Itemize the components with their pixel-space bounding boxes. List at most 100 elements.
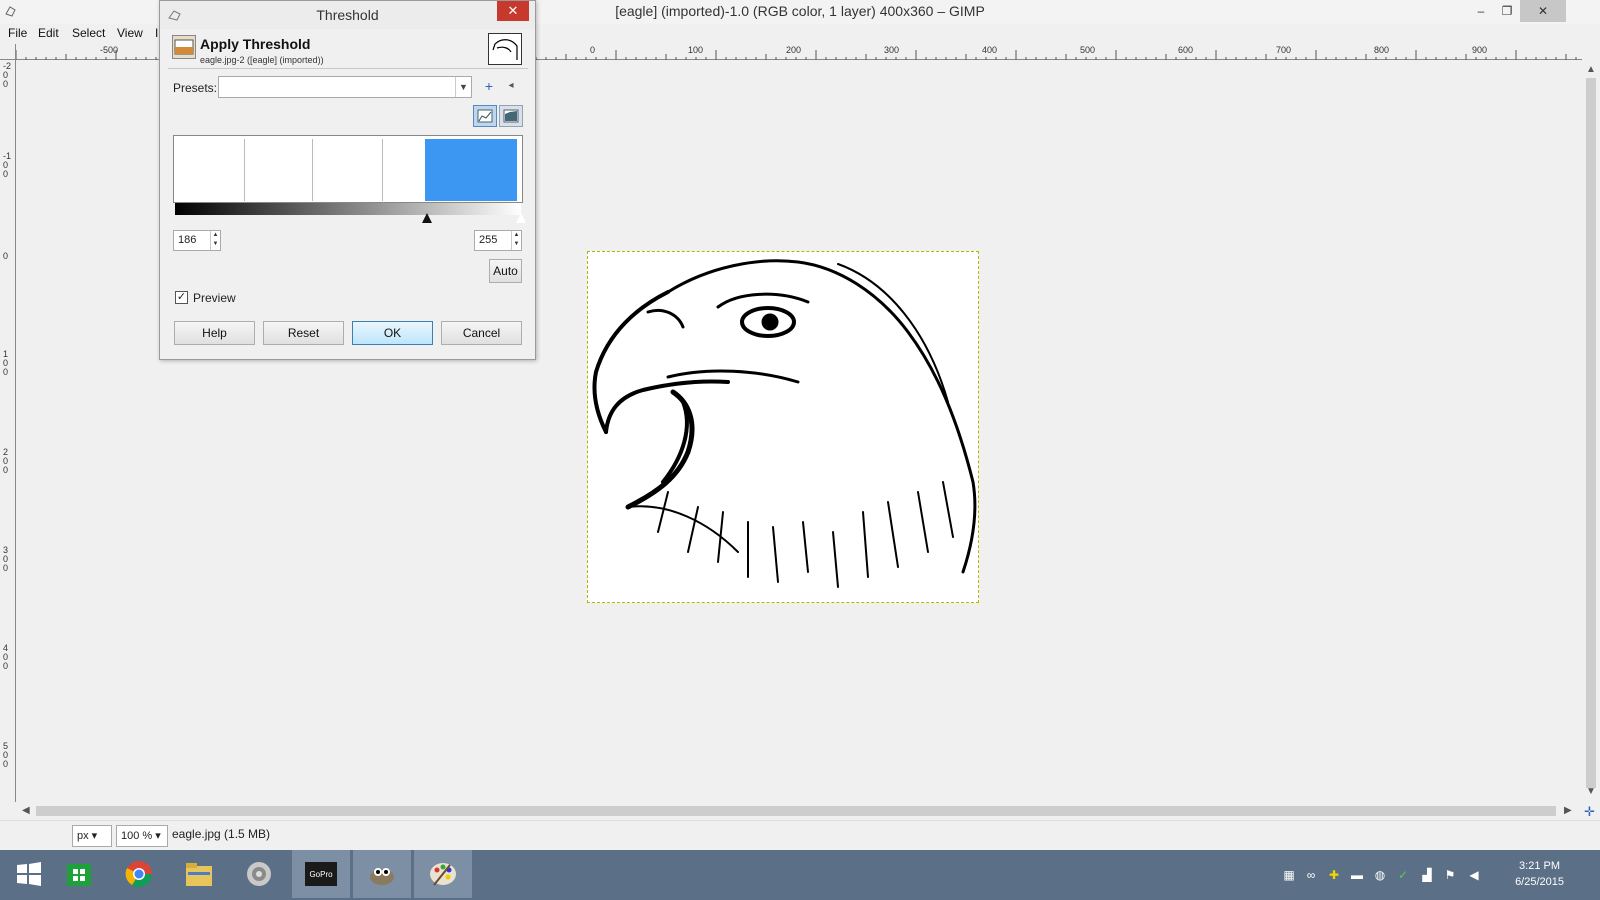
restore-button[interactable]: ❐ [1492,0,1522,22]
vertical-ruler: -200 -100 0 100 200 300 400 500 [0,60,16,802]
close-window-button[interactable]: ✕ [1520,0,1566,22]
spinner-arrows-icon[interactable]: ▲ ▼ [511,231,521,250]
taskbar-file-explorer[interactable] [170,850,228,898]
taskbar-chrome[interactable] [110,850,168,898]
paint-palette-icon [430,863,456,886]
cancel-button[interactable]: Cancel [441,321,522,345]
high-threshold-value: 255 [479,234,498,246]
histogram-grid-cell [383,139,427,201]
security-icon[interactable]: ◍ [1373,868,1387,882]
reset-button[interactable]: Reset [263,321,344,345]
gopro-icon: GoPro [305,862,337,886]
navigate-icon[interactable]: ✛ [1584,804,1595,820]
high-threshold-handle[interactable] [516,213,526,223]
store-icon [67,864,91,886]
cloud-sync-icon[interactable]: ∞ [1304,868,1318,882]
network-signal-icon[interactable]: ▟ [1420,868,1434,882]
add-preset-icon[interactable]: + [478,76,500,98]
dialog-close-button[interactable]: ✕ [497,1,529,21]
spinner-arrows-icon[interactable]: ▲ ▼ [210,231,220,250]
threshold-histogram[interactable] [173,135,523,203]
low-threshold-spinner[interactable]: 186 ▲ ▼ [173,230,221,251]
hruler-label: 300 [884,45,900,55]
chrome-icon [125,861,153,888]
vertical-scrollbar[interactable]: ▲ ▼ [1582,60,1600,802]
image-thumbnail [488,33,522,65]
threshold-selection-range[interactable] [425,139,517,201]
chevron-down-icon[interactable]: ▼ [455,77,471,97]
scroll-up-icon[interactable]: ▲ [1586,64,1596,75]
low-threshold-handle[interactable] [422,213,433,223]
hruler-label: 600 [1178,45,1194,55]
scroll-down-icon[interactable]: ▼ [1586,786,1596,797]
folder-icon [186,863,212,886]
horizontal-scrollbar[interactable]: ◀ ▶ [16,802,1582,820]
dialog-header: Apply Threshold eagle.jpg-2 ([eagle] (im… [168,33,528,69]
menu-image[interactable]: I [155,26,158,40]
menu-edit[interactable]: Edit [38,26,59,40]
hruler-label: 400 [982,45,998,55]
scroll-left-icon[interactable]: ◀ [22,805,30,816]
vruler-label: 100 [3,349,9,377]
hruler-label: 100 [688,45,704,55]
speaker-icon [247,862,271,886]
hruler-label: 800 [1374,45,1390,55]
help-button[interactable]: Help [174,321,255,345]
zoom-select[interactable]: 100 % ▾ [116,825,168,847]
display-icon[interactable]: ▬ [1350,868,1364,882]
ok-button[interactable]: OK [352,321,433,345]
auto-button[interactable]: Auto [489,259,522,283]
zoom-value: 100 % [121,830,153,842]
taskbar-paint[interactable] [414,850,472,898]
presets-select[interactable]: ▼ [218,76,472,98]
norton-icon[interactable]: ✚ [1327,868,1341,882]
dialog-titlebar[interactable]: Threshold ✕ [160,1,535,29]
preview-checkbox[interactable]: ✓ [175,291,188,304]
preset-menu-icon[interactable]: ◂ [500,76,522,98]
vruler-label: -100 [3,151,12,179]
flag-icon[interactable]: ⚑ [1443,868,1457,882]
scroll-right-icon[interactable]: ▶ [1564,805,1572,816]
presets-label: Presets: [173,81,218,95]
hruler-label: 700 [1276,45,1292,55]
eagle-image[interactable] [587,251,979,603]
taskbar-store[interactable] [50,850,108,898]
file-info-text: eagle.jpg (1.5 MB) [172,827,271,841]
horizontal-scroll-track[interactable] [36,806,1556,816]
preview-label: Preview [193,291,236,305]
taskbar-media[interactable] [230,850,288,898]
linear-histogram-icon [477,109,493,123]
gimp-icon [370,868,394,885]
ruler-corner[interactable] [0,44,16,60]
hruler-label: 200 [786,45,802,55]
eagle-drawing [592,259,977,588]
shield-icon[interactable]: ✓ [1396,868,1410,882]
windows-taskbar: GoPro ▦ ∞ ✚ ▬ ◍ ✓ ▟ ⚑ ◀ 3:21 PM 6/25/201… [0,850,1600,900]
hruler-label: -500 [100,45,119,55]
hruler-label: 0 [590,45,596,55]
vruler-label: 300 [3,545,9,573]
vruler-label: 400 [3,643,9,671]
linear-histogram-toggle[interactable] [473,105,497,127]
status-bar: px ▾ 100 % ▾ eagle.jpg (1.5 MB) [0,820,1600,850]
vertical-scroll-track[interactable] [1586,78,1596,788]
volume-icon[interactable]: ◀ [1467,868,1481,882]
dialog-header-title: Apply Threshold [200,36,311,52]
vruler-label: 0 [3,251,9,261]
action-center-icon[interactable]: ▦ [1282,868,1296,882]
clock-date: 6/25/2015 [1515,876,1564,888]
vruler-label: 500 [3,741,9,769]
log-histogram-icon [503,109,519,123]
dialog-header-subtitle: eagle.jpg-2 ([eagle] (imported)) [200,55,324,65]
threshold-tool-icon [172,35,196,59]
menu-select[interactable]: Select [72,26,105,40]
menu-file[interactable]: File [8,26,27,40]
high-threshold-spinner[interactable]: 255 ▲ ▼ [474,230,522,251]
dialog-title: Threshold [316,7,379,23]
taskbar-gimp[interactable] [353,850,411,898]
system-clock[interactable]: 3:21 PM 6/25/2015 [1515,858,1564,890]
taskbar-gopro[interactable]: GoPro [292,850,350,898]
unit-select[interactable]: px ▾ [72,825,112,847]
menu-view[interactable]: View [117,26,143,40]
log-histogram-toggle[interactable] [499,105,523,127]
